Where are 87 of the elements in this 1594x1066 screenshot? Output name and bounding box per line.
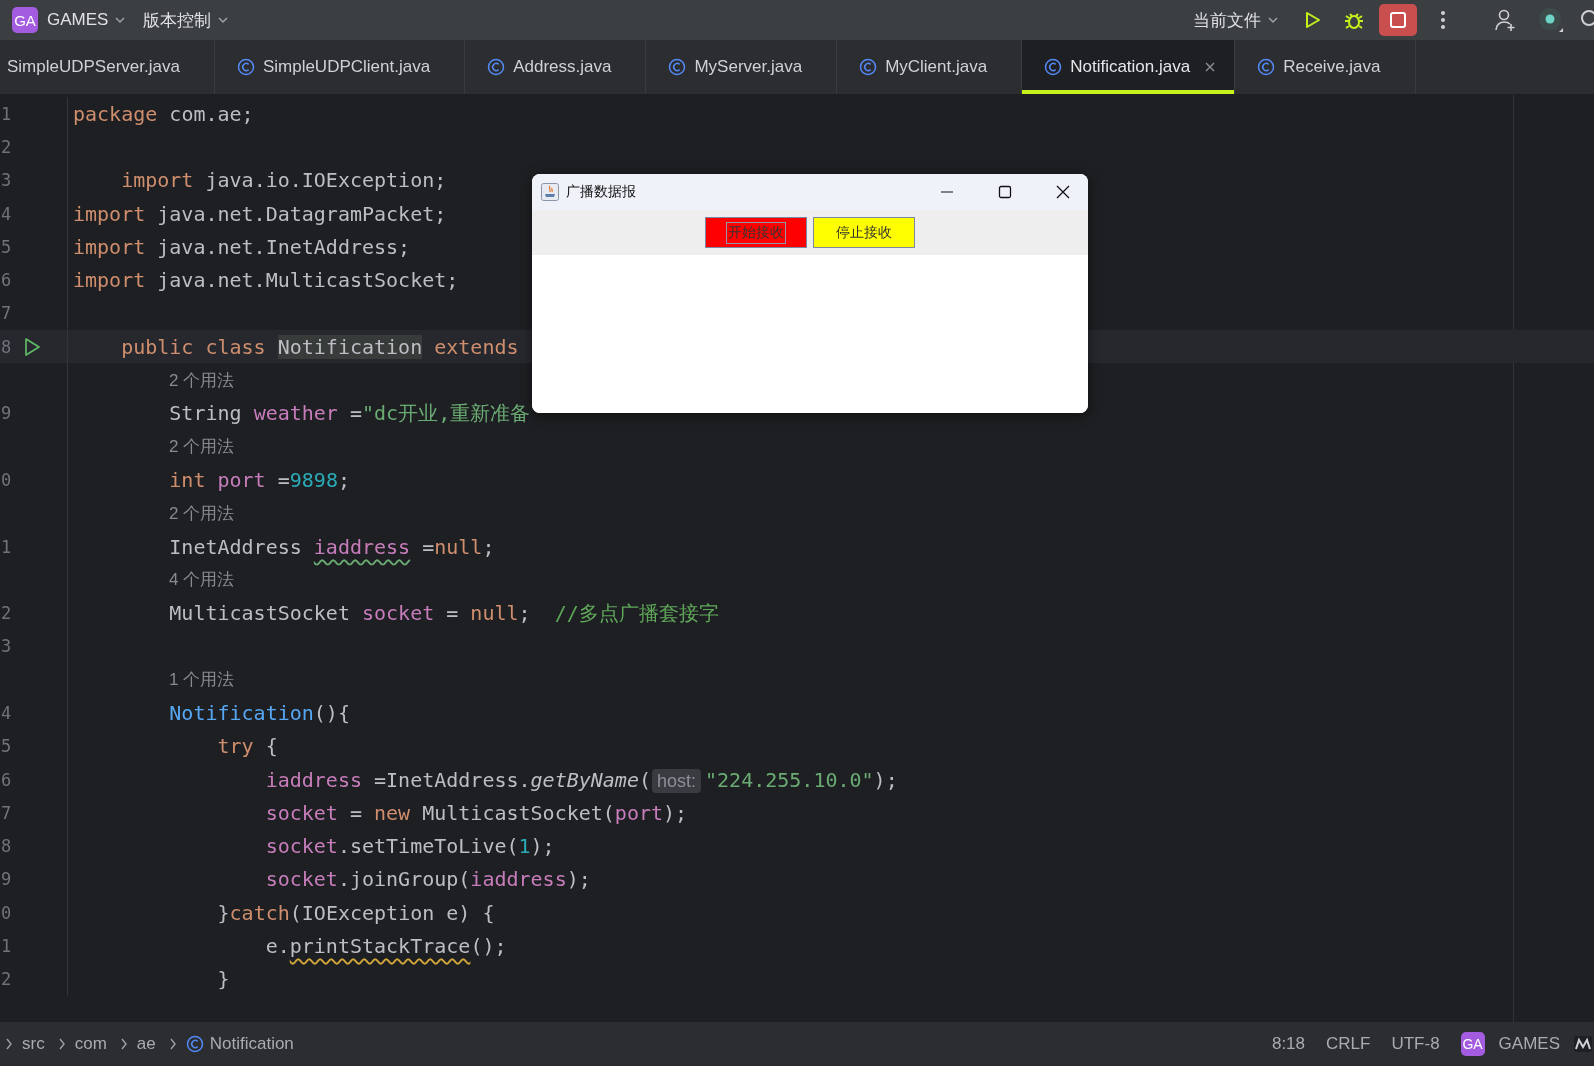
file-tab[interactable]: SimpleUDPServer.java (0, 40, 215, 94)
usage-hint[interactable]: 2 个用法 (164, 501, 235, 525)
line-number: 7 (1, 303, 13, 324)
file-tab[interactable]: SimpleUDPClient.java (214, 40, 466, 94)
code-line: socket.setTimeToLive(1); (264, 834, 555, 859)
code-line: }catch(IOException e) { (216, 900, 495, 925)
class-icon (236, 58, 255, 76)
line-number: 7 (1, 802, 13, 823)
stop-icon (1389, 11, 1407, 29)
line-number: 2 (1, 136, 13, 157)
chevron-right-icon (4, 1037, 14, 1051)
maximize-icon[interactable] (998, 185, 1012, 199)
code-line: Notification(){ (168, 701, 350, 725)
line-number: 6 (1, 769, 13, 790)
add-person-icon[interactable] (1494, 8, 1518, 32)
breadcrumb-item[interactable]: src (22, 1034, 45, 1054)
caret-position[interactable]: 8:18 (1271, 1034, 1305, 1054)
code-line: int port =9898; (168, 467, 350, 492)
project-name[interactable]: GAMES (1498, 1034, 1560, 1054)
line-number: 3 (1, 170, 13, 191)
line-number: 8 (1, 336, 13, 357)
line-number: 3 (1, 636, 13, 657)
code-line: String weather ="dc开业,重新准备 (168, 399, 531, 427)
line-number: 5 (1, 236, 13, 257)
line-number: 1 (1, 103, 13, 124)
run-config[interactable]: 当前文件 (1193, 8, 1261, 32)
usage-hint[interactable]: 4 个用法 (164, 568, 235, 592)
code-line: e.printStackTrace(); (264, 934, 507, 959)
window-title: 广播数据报 (566, 183, 636, 201)
line-number: 8 (1, 836, 13, 857)
code-line: socket.joinGroup(iaddress); (264, 867, 591, 892)
memory-icon[interactable] (1574, 1036, 1592, 1052)
stop-button[interactable] (1379, 4, 1417, 36)
line-number: 5 (1, 736, 13, 757)
line-number: 9 (1, 869, 13, 890)
status-dot-icon[interactable] (1538, 7, 1564, 33)
code-line: package com.ae; (72, 101, 254, 126)
java-icon (541, 183, 559, 201)
file-tab[interactable]: Address.java (465, 40, 647, 94)
line-number: 1 (1, 536, 13, 557)
project-badge[interactable]: GA (12, 7, 38, 33)
vcs-menu[interactable]: 版本控制 (143, 8, 212, 32)
class-icon (487, 58, 506, 76)
class-icon (859, 58, 878, 76)
line-number: 9 (1, 403, 13, 424)
code-line: public class Notification extends (120, 334, 519, 359)
class-icon (668, 58, 687, 76)
file-tab[interactable]: Notification.java (1022, 40, 1236, 94)
file-tab[interactable]: MyServer.java (646, 40, 838, 94)
code-line: InetAddress iaddress =null; (168, 534, 495, 559)
line-ending[interactable]: CRLF (1326, 1034, 1371, 1054)
usage-hint[interactable]: 1 个用法 (164, 668, 235, 692)
code-editor[interactable] (0, 95, 1594, 1022)
code-line: import java.net.MulticastSocket; (72, 268, 459, 293)
class-icon (1044, 58, 1063, 76)
code-line: import java.net.DatagramPacket; (72, 201, 447, 226)
file-encoding[interactable]: UTF-8 (1391, 1034, 1440, 1054)
code-line: socket = new MulticastSocket(port); (264, 800, 688, 825)
code-line: } (216, 967, 230, 992)
project-badge[interactable]: GA (1460, 1032, 1485, 1056)
breadcrumb-item[interactable]: ae (136, 1034, 156, 1054)
usage-hint[interactable]: 2 个用法 (164, 435, 235, 459)
code-line: import java.io.IOException; (120, 168, 447, 193)
file-tab[interactable]: Receive.java (1235, 40, 1416, 94)
line-number: 1 (1, 936, 13, 957)
usage-hint[interactable]: 2 个用法 (164, 368, 235, 392)
class-icon (1257, 58, 1276, 76)
close-icon[interactable] (1056, 185, 1070, 199)
more-icon[interactable] (1440, 10, 1446, 30)
line-number: 0 (1, 902, 13, 923)
run-icon[interactable] (22, 336, 42, 357)
breadcrumb-item[interactable]: Notification (185, 1034, 294, 1054)
breadcrumb-item[interactable]: com (74, 1034, 107, 1054)
line-number: 2 (1, 969, 13, 990)
line-number: 6 (1, 270, 13, 291)
action-button[interactable]: 开始接收 (705, 217, 807, 248)
code-line: import java.net.InetAddress; (72, 234, 411, 259)
line-number: 4 (1, 703, 13, 723)
code-line: iaddress =InetAddress.getByName( host: "224.255.10.0"); (264, 767, 898, 792)
action-button[interactable]: 停止接收 (813, 217, 915, 248)
code-line: MulticastSocket socket = null; //多点广播套接字 (168, 599, 719, 627)
line-number: 2 (1, 603, 13, 624)
class-icon (185, 1035, 204, 1053)
code-line: try { (216, 734, 278, 759)
line-number: 4 (1, 203, 13, 224)
line-number: 0 (1, 469, 13, 490)
project-name[interactable]: GAMES (47, 10, 109, 30)
